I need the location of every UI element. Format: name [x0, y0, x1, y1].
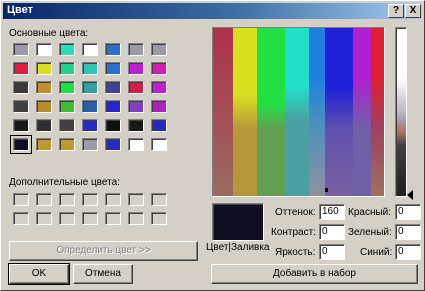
basic-color-swatch[interactable]	[82, 43, 98, 56]
help-icon: ?	[392, 5, 400, 16]
custom-color-swatch[interactable]	[105, 193, 121, 206]
basic-color-swatch[interactable]	[105, 138, 121, 151]
help-button[interactable]: ?	[388, 4, 404, 18]
basic-color-swatch[interactable]	[36, 81, 52, 94]
custom-color-swatch[interactable]	[36, 212, 52, 225]
custom-color-swatch[interactable]	[105, 212, 121, 225]
basic-color-swatch[interactable]	[36, 119, 52, 132]
basic-color-swatch[interactable]	[36, 62, 52, 75]
custom-color-swatch[interactable]	[151, 212, 167, 225]
basic-color-swatch[interactable]	[59, 43, 75, 56]
basic-color-swatch[interactable]	[59, 119, 75, 132]
basic-color-swatch[interactable]	[151, 62, 167, 75]
luminance-label: Яркость:	[275, 247, 316, 258]
color-dialog: Цвет ? X Основные цвета: Дополнительные …	[0, 0, 425, 291]
custom-color-swatch[interactable]	[128, 193, 144, 206]
basic-color-swatch[interactable]	[105, 119, 121, 132]
custom-color-swatch[interactable]	[13, 212, 29, 225]
basic-color-swatch[interactable]	[151, 119, 167, 132]
close-icon: X	[409, 5, 417, 16]
spectrum-band	[353, 28, 371, 196]
custom-colors-label: Дополнительные цвета:	[9, 177, 120, 188]
basic-color-swatch[interactable]	[151, 100, 167, 113]
basic-color-swatch[interactable]	[151, 81, 167, 94]
basic-color-swatch[interactable]	[82, 138, 98, 151]
cancel-button[interactable]: Отмена	[73, 264, 133, 284]
basic-color-swatch[interactable]	[36, 100, 52, 113]
basic-color-swatch[interactable]	[59, 138, 75, 151]
custom-color-swatch[interactable]	[151, 193, 167, 206]
basic-color-swatch[interactable]	[82, 62, 98, 75]
basic-color-swatch[interactable]	[59, 81, 75, 94]
basic-color-swatch[interactable]	[13, 81, 29, 94]
red-label: Красный:	[348, 207, 392, 218]
hue-label: Оттенок:	[275, 207, 316, 218]
add-to-custom-colors-button[interactable]: Добавить в набор	[211, 264, 418, 284]
spectrum-band	[233, 28, 257, 196]
basic-color-swatch[interactable]	[82, 81, 98, 94]
dialog-title: Цвет	[7, 4, 34, 16]
custom-color-swatch[interactable]	[59, 193, 75, 206]
basic-color-swatch[interactable]	[13, 43, 29, 56]
crosshair[interactable]	[325, 188, 328, 192]
blue-input[interactable]: 0	[395, 244, 421, 260]
basic-color-swatch[interactable]	[128, 43, 144, 56]
green-input[interactable]: 0	[395, 224, 421, 240]
basic-color-swatch[interactable]	[13, 119, 29, 132]
basic-colors-label: Основные цвета:	[9, 28, 89, 39]
basic-color-swatch[interactable]	[105, 43, 121, 56]
color-preview	[212, 203, 264, 241]
spectrum-band	[213, 28, 233, 196]
define-custom-color-button[interactable]: Определить цвет >>	[9, 241, 198, 261]
custom-color-swatch[interactable]	[13, 193, 29, 206]
basic-color-swatch[interactable]	[13, 62, 29, 75]
spectrum-band	[257, 28, 285, 196]
green-label: Зеленый:	[348, 227, 392, 238]
basic-color-swatch[interactable]	[151, 138, 167, 151]
luminance-input[interactable]: 0	[319, 244, 345, 260]
luminance-arrow-icon[interactable]	[407, 190, 413, 200]
custom-color-swatch[interactable]	[128, 212, 144, 225]
basic-color-swatch[interactable]	[128, 62, 144, 75]
spectrum-band	[325, 28, 353, 196]
red-input[interactable]: 0	[395, 204, 421, 220]
custom-color-swatch[interactable]	[82, 193, 98, 206]
basic-color-swatch[interactable]	[82, 119, 98, 132]
basic-color-swatch[interactable]	[36, 138, 52, 151]
basic-color-swatch[interactable]	[105, 81, 121, 94]
color-solid-label: Цвет|Заливка	[206, 242, 270, 253]
basic-color-swatch[interactable]	[128, 100, 144, 113]
custom-color-swatch[interactable]	[82, 212, 98, 225]
saturation-label: Контраст:	[271, 227, 316, 238]
ok-button[interactable]: OK	[8, 263, 70, 285]
title-bar[interactable]: Цвет ? X	[3, 3, 422, 19]
spectrum-band	[309, 28, 325, 196]
hue-input[interactable]: 160	[319, 204, 345, 220]
basic-color-swatch[interactable]	[128, 138, 144, 151]
custom-color-swatch[interactable]	[59, 212, 75, 225]
spectrum-band	[371, 28, 384, 196]
basic-color-swatch[interactable]	[128, 81, 144, 94]
basic-color-swatch[interactable]	[105, 100, 121, 113]
luminance-bar[interactable]	[395, 27, 407, 197]
basic-color-swatch[interactable]	[82, 100, 98, 113]
basic-color-swatch[interactable]	[151, 43, 167, 56]
basic-color-swatch[interactable]	[10, 135, 32, 154]
spectrum-band	[285, 28, 309, 196]
color-spectrum[interactable]	[212, 27, 385, 197]
basic-color-swatch[interactable]	[128, 119, 144, 132]
basic-color-swatch[interactable]	[36, 43, 52, 56]
basic-color-swatch[interactable]	[59, 100, 75, 113]
basic-color-swatch[interactable]	[105, 62, 121, 75]
custom-color-swatch[interactable]	[36, 193, 52, 206]
basic-color-swatch[interactable]	[13, 100, 29, 113]
blue-label: Синий:	[360, 247, 393, 258]
basic-color-swatch[interactable]	[59, 62, 75, 75]
saturation-input[interactable]: 0	[319, 224, 345, 240]
close-button[interactable]: X	[405, 4, 421, 18]
